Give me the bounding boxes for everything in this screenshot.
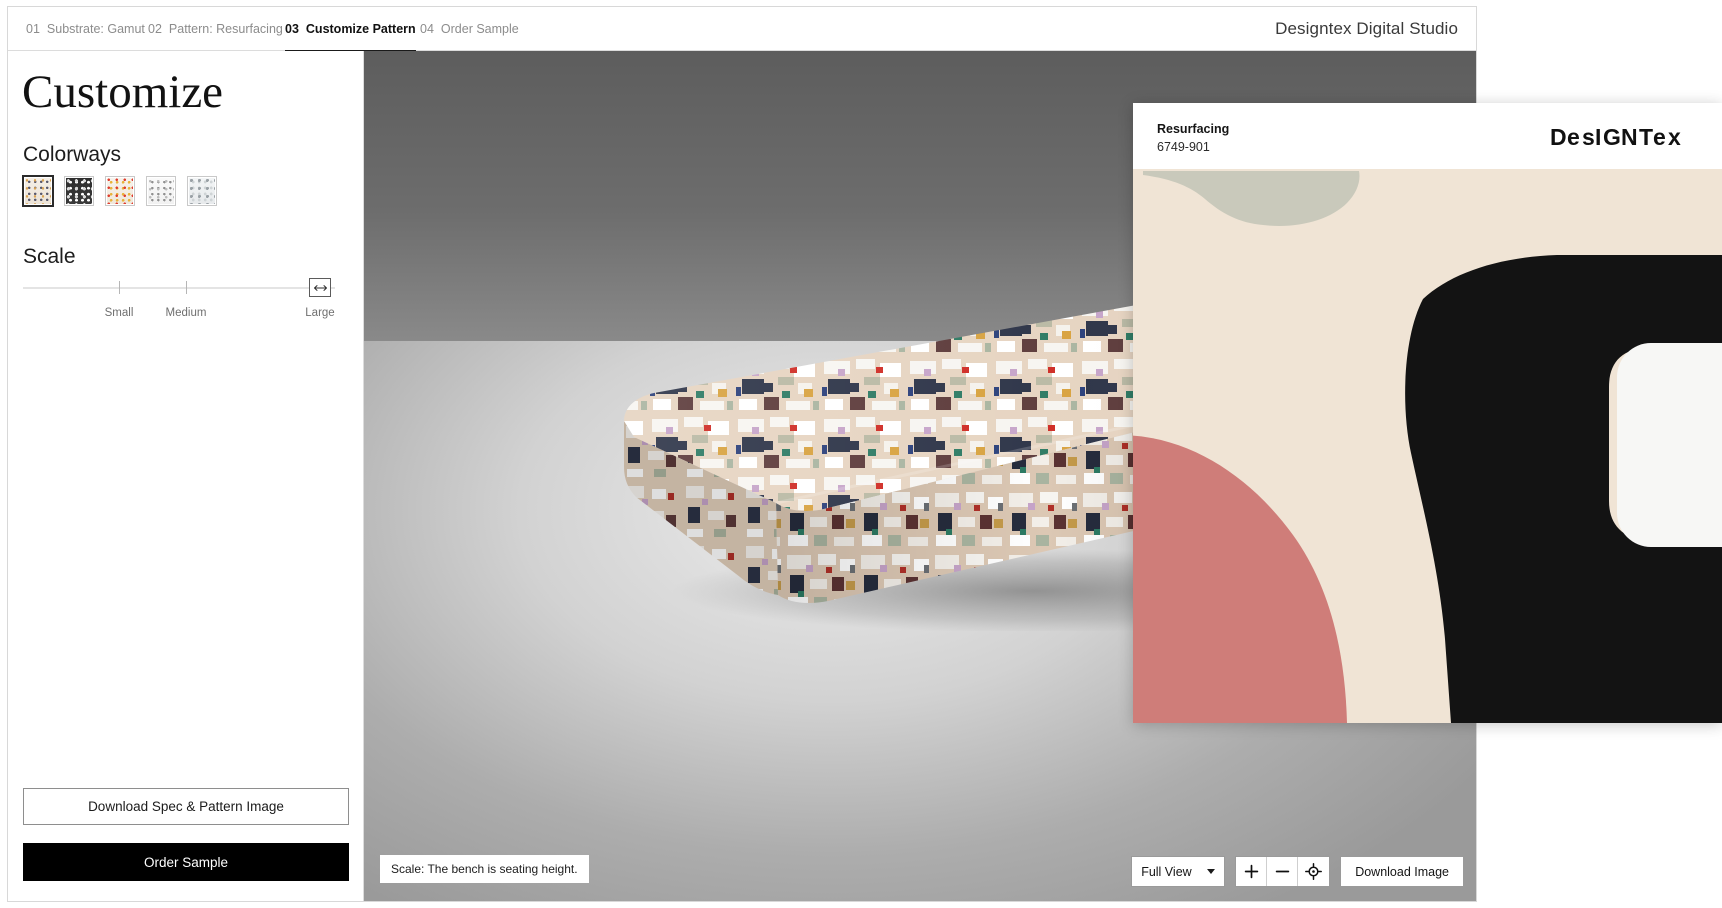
svg-text:N: N (1621, 125, 1638, 150)
colorway-swatch-2[interactable] (64, 176, 94, 206)
chevron-down-icon (1207, 869, 1216, 874)
step-customize-pattern[interactable]: 03 Customize Pattern (285, 7, 416, 52)
colorways-heading: Colorways (23, 143, 122, 166)
pattern-artwork (1133, 169, 1722, 723)
step-label: Pattern: Resurfacing (168, 22, 283, 36)
download-image-button[interactable]: Download Image (1340, 856, 1464, 887)
colorway-swatch-5[interactable] (187, 176, 217, 206)
slider-tick-medium (186, 281, 187, 294)
stepper-bar: 01 Substrate: Gamut 02 Pattern: Resurfac… (8, 7, 1476, 52)
svg-text:T: T (1639, 125, 1653, 150)
minus-icon (1275, 870, 1289, 873)
recenter-button[interactable] (1298, 857, 1330, 886)
slider-track[interactable] (23, 287, 335, 289)
svg-text:D: D (1550, 125, 1567, 150)
zoom-in-button[interactable] (1236, 857, 1268, 886)
view-mode-select[interactable]: Full View (1131, 856, 1226, 887)
step-substrate[interactable]: 01 Substrate: Gamut (26, 7, 145, 51)
pattern-detail-card[interactable]: Resurfacing 6749-901 D e s I G N T e x (1133, 103, 1722, 723)
studio-title: Designtex Digital Studio (1275, 19, 1458, 38)
step-pattern[interactable]: 02 Pattern: Resurfacing (148, 7, 283, 51)
step-number: 02 (148, 22, 162, 36)
customize-sidebar: Customize Colorways Scale Small Medium L… (8, 51, 364, 901)
svg-text:e: e (1653, 125, 1666, 150)
svg-text:s: s (1582, 125, 1595, 150)
step-number: 01 (26, 22, 40, 36)
svg-text:G: G (1603, 125, 1621, 150)
pattern-name: Resurfacing (1157, 122, 1230, 136)
step-label: Customize Pattern (305, 22, 416, 36)
slider-label-small: Small (104, 307, 134, 319)
colorway-swatch-list (22, 175, 217, 207)
svg-text:x: x (1668, 125, 1681, 150)
step-order-sample[interactable]: 04 Order Sample (420, 7, 519, 51)
colorway-thumbnail (66, 178, 92, 204)
slider-tick-small (119, 281, 120, 294)
scale-slider[interactable]: Small Medium Large (23, 275, 335, 335)
designtex-logo: D e s I G N T e x (1550, 124, 1698, 157)
viewer-toolbar: Full View Download Image (1131, 856, 1464, 887)
scale-caption: Scale: The bench is seating height. (380, 855, 589, 883)
scale-heading: Scale (23, 245, 76, 268)
step-number: 03 (285, 22, 299, 36)
svg-text:I: I (1595, 125, 1602, 150)
zoom-controls (1235, 856, 1331, 887)
zoom-out-button[interactable] (1267, 857, 1299, 886)
colorway-thumbnail (107, 178, 133, 204)
download-spec-button[interactable]: Download Spec & Pattern Image (23, 788, 349, 825)
colorway-swatch-3[interactable] (105, 176, 135, 206)
resize-horizontal-icon (313, 284, 327, 291)
order-sample-button[interactable]: Order Sample (23, 843, 349, 881)
svg-text:e: e (1567, 125, 1580, 150)
colorway-swatch-1[interactable] (22, 175, 54, 207)
step-label: Order Sample (440, 22, 519, 36)
slider-label-large: Large (305, 307, 335, 319)
view-mode-label: Full View (1141, 864, 1192, 879)
pattern-code: 6749-901 (1157, 140, 1210, 154)
designtex-wordmark-icon: D e s I G N T e x (1550, 124, 1681, 150)
page-title: Customize (22, 66, 224, 118)
colorway-thumbnail (189, 178, 215, 204)
colorway-thumbnail (25, 178, 51, 204)
step-label: Substrate: Gamut (46, 22, 145, 36)
target-icon (1305, 863, 1323, 880)
slider-label-medium: Medium (165, 307, 207, 319)
slider-handle[interactable] (309, 278, 331, 297)
plus-icon (1244, 864, 1258, 879)
colorway-swatch-4[interactable] (146, 176, 176, 206)
pattern-card-header: Resurfacing 6749-901 D e s I G N T e x (1133, 103, 1722, 169)
colorway-thumbnail (148, 178, 174, 204)
step-number: 04 (420, 22, 434, 36)
